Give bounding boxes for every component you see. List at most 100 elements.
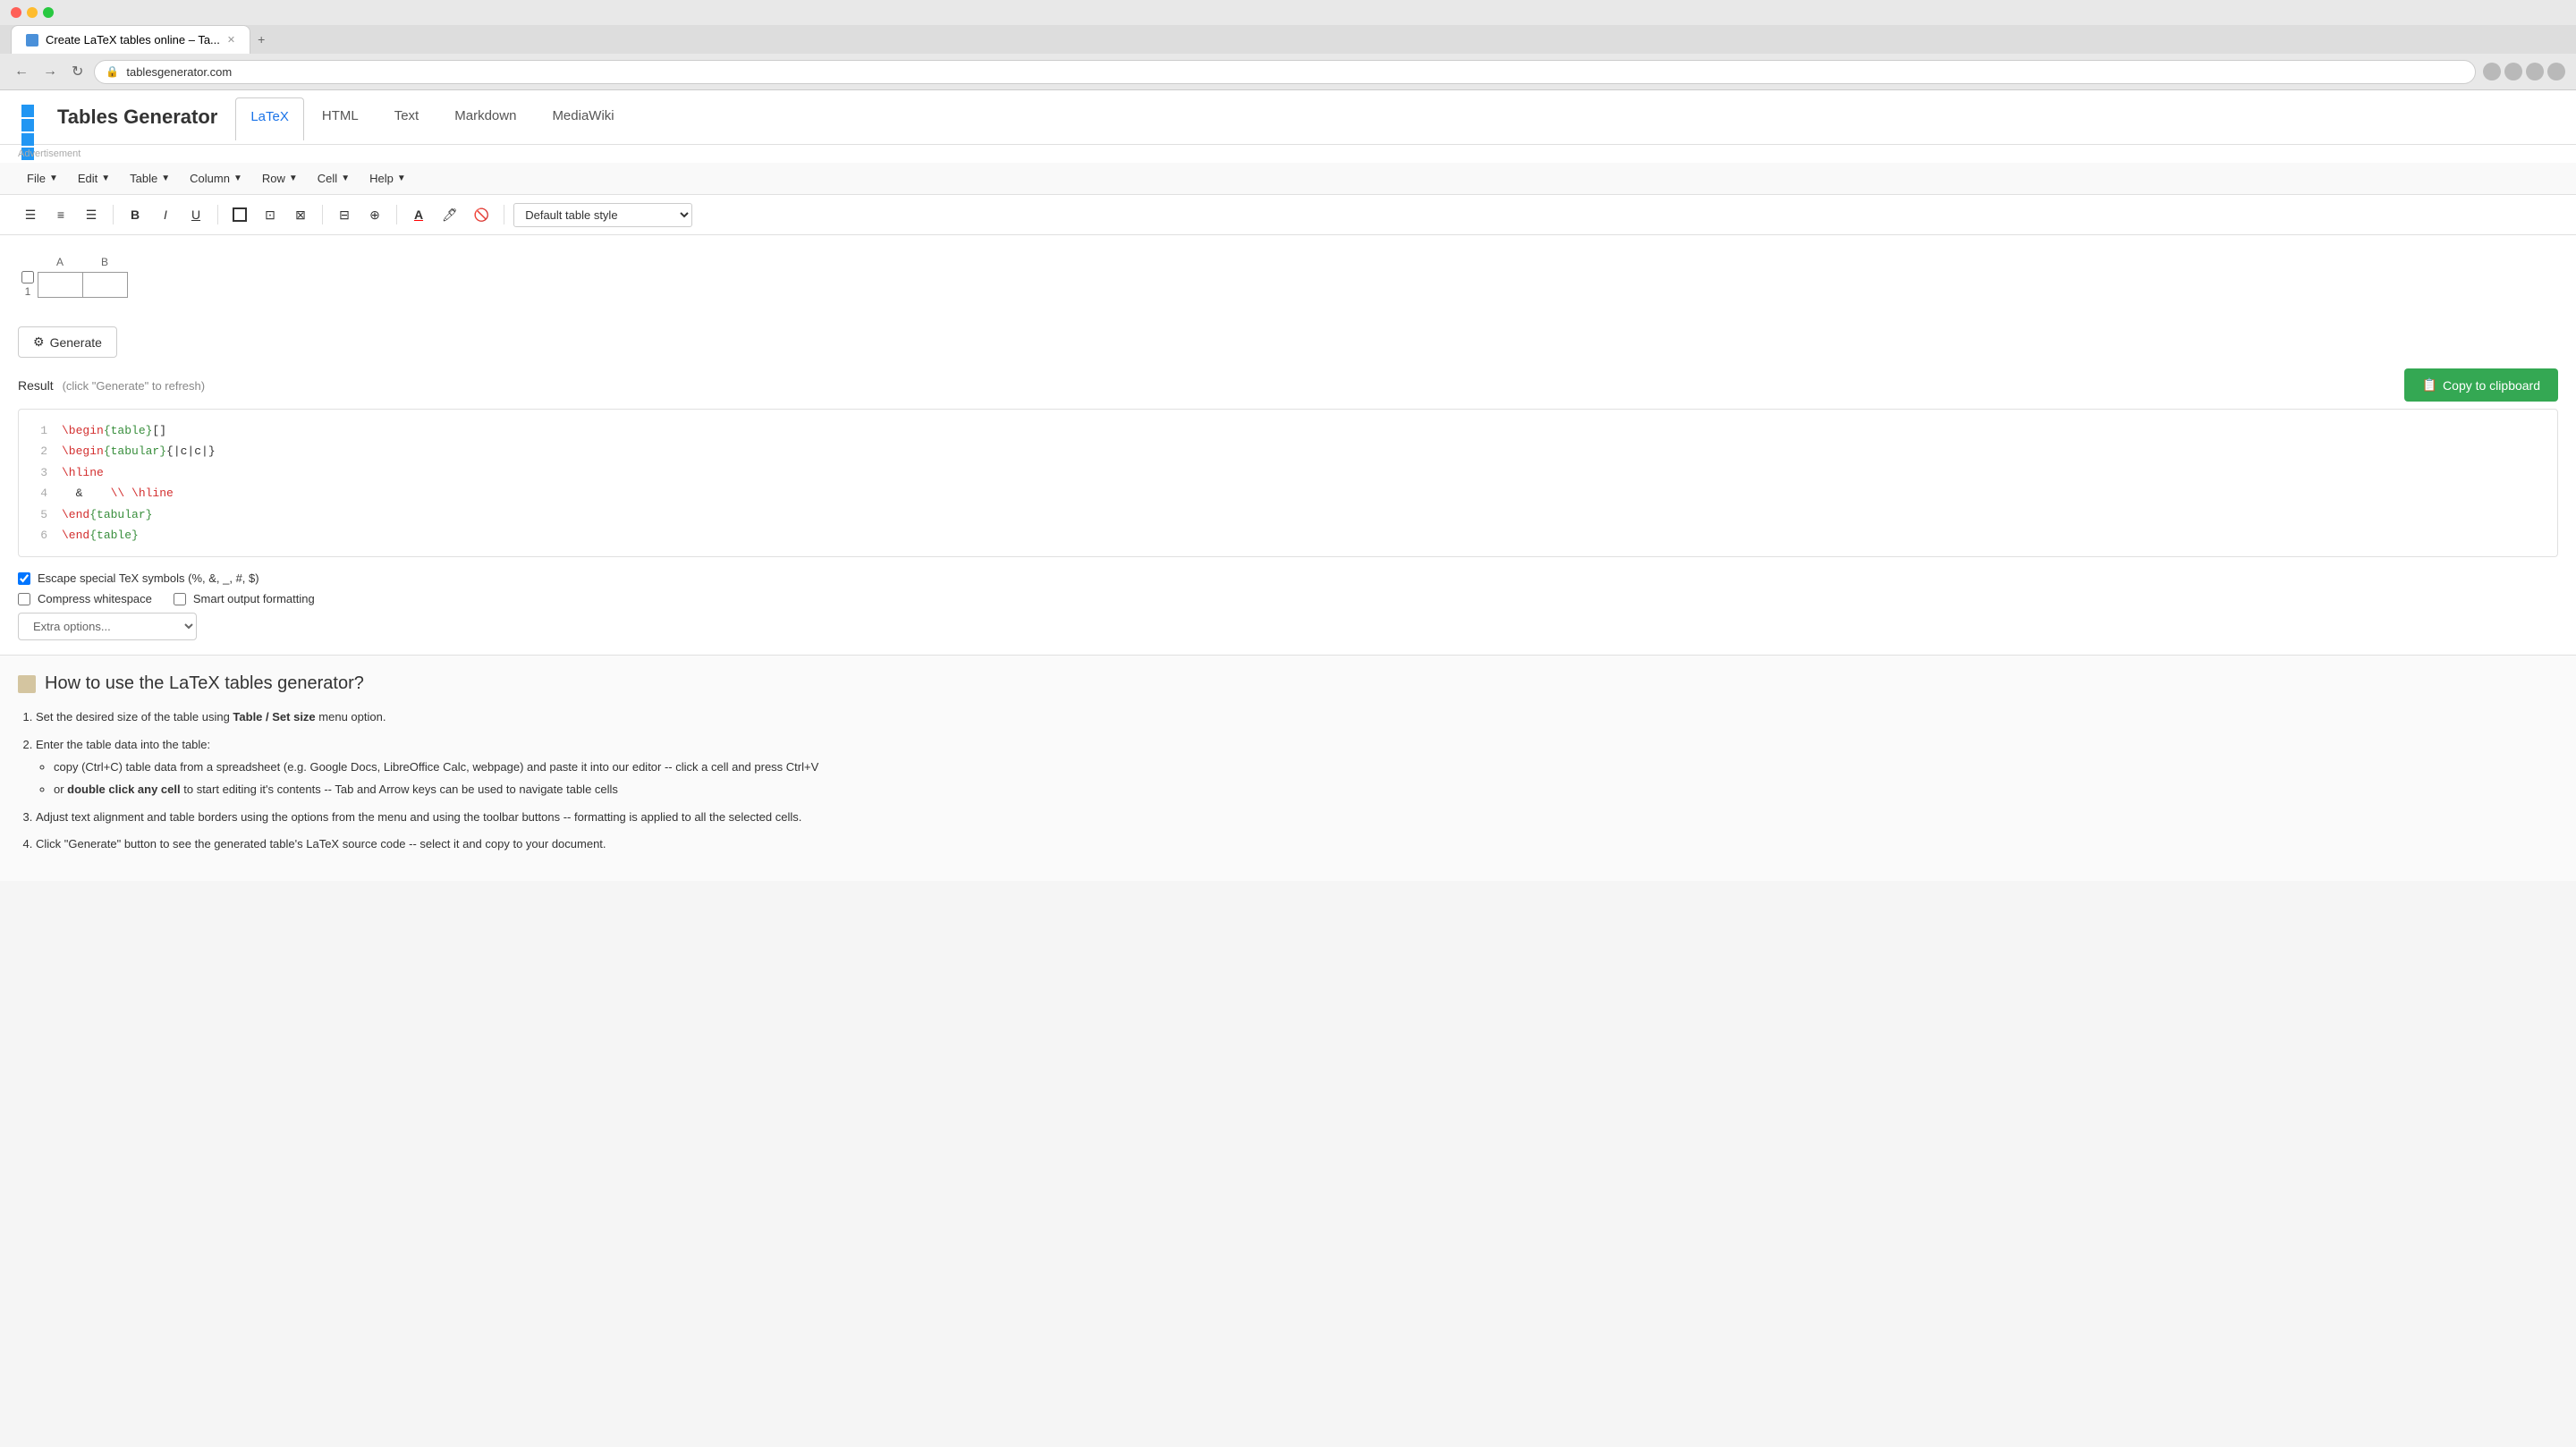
menu-file-label: File: [27, 172, 46, 185]
tab-title: Create LaTeX tables online – Ta...: [46, 33, 220, 47]
clear-color-btn[interactable]: 🚫: [469, 202, 495, 227]
translate-icon[interactable]: [2483, 63, 2501, 80]
cell-b1[interactable]: [83, 272, 128, 297]
menu-help-arrow: ▼: [397, 173, 406, 183]
underline-icon: U: [191, 207, 200, 222]
help-step-1-bold: Table / Set size: [233, 710, 315, 724]
code-text-6: \end{table}: [62, 525, 139, 546]
escape-label: Escape special TeX symbols (%, &, _, #, …: [38, 571, 259, 585]
merge-cells-icon: ⊟: [339, 207, 350, 223]
italic-btn[interactable]: I: [153, 202, 178, 227]
logo[interactable]: Tables Generator: [18, 90, 217, 144]
logo-icon: [18, 101, 50, 133]
clear-color-icon: 🚫: [474, 207, 489, 223]
code-line-6: 6 \end{table}: [30, 525, 2546, 546]
minimize-window-btn[interactable]: [27, 7, 38, 18]
align-center-icon: ≡: [57, 207, 64, 222]
underline-btn[interactable]: U: [183, 202, 208, 227]
smart-label: Smart output formatting: [193, 592, 315, 605]
align-right-btn[interactable]: ☰: [79, 202, 104, 227]
bg-color-btn[interactable]: 🖊: [436, 202, 463, 227]
result-header: Result (click "Generate" to refresh) 📋 C…: [18, 368, 2558, 402]
tab-mediawiki[interactable]: MediaWiki: [534, 94, 631, 140]
merge-cells-btn[interactable]: ⊟: [332, 202, 357, 227]
align-right-icon: ☰: [86, 207, 97, 223]
bold-btn[interactable]: B: [123, 202, 148, 227]
tab-html[interactable]: HTML: [304, 94, 377, 140]
menu-cell[interactable]: Cell ▼: [309, 168, 359, 189]
tab-markdown[interactable]: Markdown: [436, 94, 534, 140]
help-icon: [18, 675, 36, 693]
site-header: Tables Generator LaTeX HTML Text Markdow…: [0, 90, 2576, 145]
help-title-wrapper: How to use the LaTeX tables generator?: [18, 673, 2558, 694]
bold-icon: B: [131, 207, 140, 222]
help-step-3: Adjust text alignment and table borders …: [36, 808, 2558, 827]
menu-row-label: Row: [262, 172, 285, 185]
code-line-4: 4 & \\ \hline: [30, 483, 2546, 503]
text-color-btn[interactable]: A: [406, 202, 431, 227]
menu-table[interactable]: Table ▼: [121, 168, 179, 189]
code-text-5: \end{tabular}: [62, 504, 152, 525]
italic-icon: I: [164, 207, 167, 222]
menu-edit[interactable]: Edit ▼: [69, 168, 119, 189]
split-cells-btn[interactable]: ⊕: [362, 202, 387, 227]
menu-edit-arrow: ▼: [101, 173, 110, 183]
menu-help[interactable]: Help ▼: [360, 168, 415, 189]
help-step-4: Click "Generate" button to see the gener…: [36, 835, 2558, 854]
table-style-select[interactable]: Default table style Booktabs style No bo…: [513, 203, 692, 227]
code-block[interactable]: 1 \begin{table}[] 2 \begin{tabular}{|c|c…: [18, 409, 2558, 557]
back-btn[interactable]: ←: [11, 60, 32, 83]
menu-column-label: Column: [190, 172, 230, 185]
outer-borders-icon: ⊡: [265, 207, 275, 223]
generate-button[interactable]: ⚙ Generate: [18, 326, 117, 358]
refresh-btn[interactable]: ↻: [68, 59, 87, 84]
line-num-4: 4: [30, 483, 47, 503]
generate-label: Generate: [50, 335, 102, 350]
escape-checkbox[interactable]: [18, 572, 30, 585]
outer-borders-btn[interactable]: ⊡: [258, 202, 283, 227]
all-borders-btn[interactable]: [227, 202, 252, 227]
row-select-checkbox[interactable]: [21, 271, 34, 283]
extra-options-select[interactable]: Extra options...: [18, 613, 197, 640]
no-borders-btn[interactable]: ⊠: [288, 202, 313, 227]
copy-to-clipboard-button[interactable]: 📋 Copy to clipboard: [2404, 368, 2558, 402]
address-input[interactable]: 🔒 tablesgenerator.com: [94, 60, 2476, 84]
browser-tab-active[interactable]: Create LaTeX tables online – Ta... ✕: [11, 25, 250, 54]
tab-close-btn[interactable]: ✕: [227, 34, 235, 46]
col-header-a: A: [38, 253, 82, 271]
line-num-3: 3: [30, 462, 47, 483]
tab-favicon: [26, 34, 38, 47]
line-num-6: 6: [30, 525, 47, 546]
kw-table-end: {table}: [89, 529, 139, 542]
align-center-btn[interactable]: ≡: [48, 202, 73, 227]
settings-icon[interactable]: [2547, 63, 2565, 80]
text-color-icon: A: [414, 207, 423, 222]
tab-latex[interactable]: LaTeX: [235, 97, 304, 140]
result-hint: (click "Generate" to refresh): [63, 379, 206, 393]
extensions-icon[interactable]: [2526, 63, 2544, 80]
menu-row[interactable]: Row ▼: [253, 168, 307, 189]
help-title: How to use the LaTeX tables generator?: [45, 673, 364, 694]
maximize-window-btn[interactable]: [43, 7, 54, 18]
kw-begin-2: \begin: [62, 444, 104, 458]
menu-column[interactable]: Column ▼: [181, 168, 251, 189]
toolbar-sep-3: [322, 205, 323, 224]
smart-checkbox[interactable]: [174, 593, 186, 605]
table-grid: [38, 272, 128, 298]
bookmark-icon[interactable]: [2504, 63, 2522, 80]
new-tab-btn[interactable]: +: [250, 25, 272, 54]
align-left-btn[interactable]: ☰: [18, 202, 43, 227]
tab-text[interactable]: Text: [377, 94, 437, 140]
code-text-2: \begin{tabular}{|c|c|}: [62, 441, 216, 461]
menu-cell-label: Cell: [318, 172, 337, 185]
cell-a1[interactable]: [38, 272, 83, 297]
close-window-btn[interactable]: [11, 7, 21, 18]
compress-checkbox[interactable]: [18, 593, 30, 605]
url-text: tablesgenerator.com: [126, 65, 232, 79]
code-text-4: & \\ \hline: [62, 483, 174, 503]
menu-file[interactable]: File ▼: [18, 168, 67, 189]
kw-cols: {|c|c|}: [166, 444, 216, 458]
options-section: Escape special TeX symbols (%, &, _, #, …: [0, 571, 2576, 655]
forward-btn[interactable]: →: [39, 60, 61, 83]
code-line-5: 5 \end{tabular}: [30, 504, 2546, 525]
